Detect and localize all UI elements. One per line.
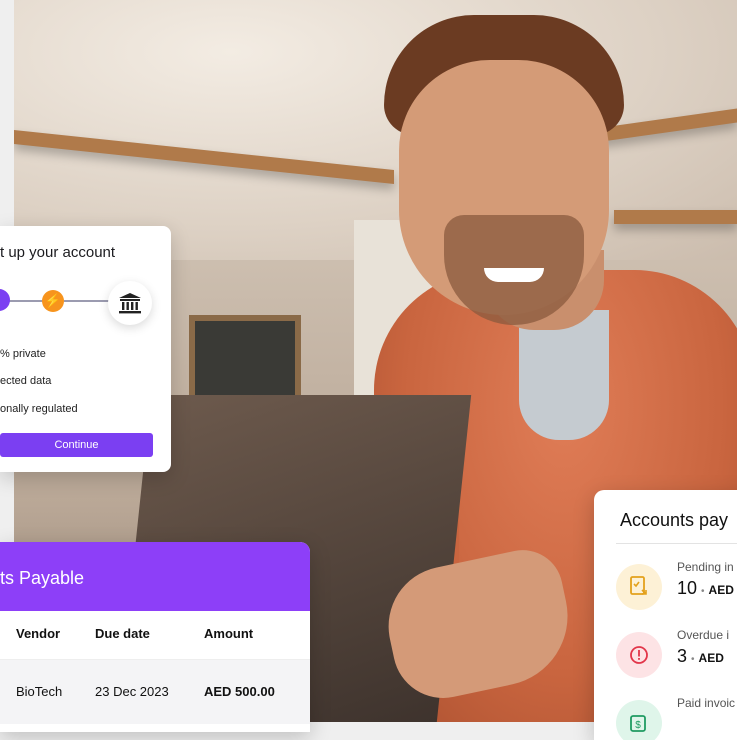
payable-summary-card: Accounts pay Pending in 10 • AED Overdue i… [594,490,737,740]
column-vendor[interactable]: Vendor [16,626,60,641]
pending-count: 10 [677,578,698,598]
setup-account-card: t up your account ⚡ % private ected data… [0,226,171,472]
feature-regulated: onally regulated [0,403,78,415]
divider [616,543,737,544]
summary-item-paid[interactable]: $ Paid invoic [616,696,737,740]
smile [484,268,544,282]
payable-table-card: ts Payable Vendor Due date Amount BioTec… [0,542,310,732]
vendor-cell: BioTech [16,684,63,699]
table-head: Vendor Due date Amount [0,611,310,660]
feature-private: % private [0,348,46,360]
summary-item-overdue[interactable]: Overdue i 3 • AED [616,628,737,682]
paid-invoice-icon: $ [616,700,662,740]
shelf [614,210,737,224]
column-due-date[interactable]: Due date [95,626,150,641]
bank-icon [108,281,152,325]
step-connector [64,300,110,302]
feature-protected-data: ected data [0,375,52,387]
setup-steps: ⚡ [0,281,171,325]
paid-label: Paid invoic [677,696,736,710]
overdue-count: 3 [677,646,688,666]
table-header-bar: ts Payable [0,542,310,611]
table-row[interactable]: BioTech 23 Dec 2023 AED 500.00 [0,660,310,724]
overdue-label: Overdue i [677,628,730,642]
setup-title: t up your account [0,244,116,261]
pending-value: 10 • AED [677,578,734,598]
amount-cell: AED 500.00 [204,684,275,699]
continue-button[interactable]: Continue [0,433,153,457]
alert-icon [616,632,662,678]
step-active-icon [0,289,10,311]
pending-currency: AED [708,583,734,597]
overdue-currency: AED [698,651,724,665]
table-title: ts Payable [0,568,85,588]
summary-item-pending[interactable]: Pending in 10 • AED [616,560,737,614]
summary-title: Accounts pay [620,510,729,530]
due-date-cell: 23 Dec 2023 [95,684,169,699]
pending-invoice-icon [616,564,662,610]
overdue-value: 3 • AED [677,646,724,666]
column-amount[interactable]: Amount [204,626,253,641]
bolt-icon: ⚡ [42,290,64,312]
pending-label: Pending in [677,560,734,574]
